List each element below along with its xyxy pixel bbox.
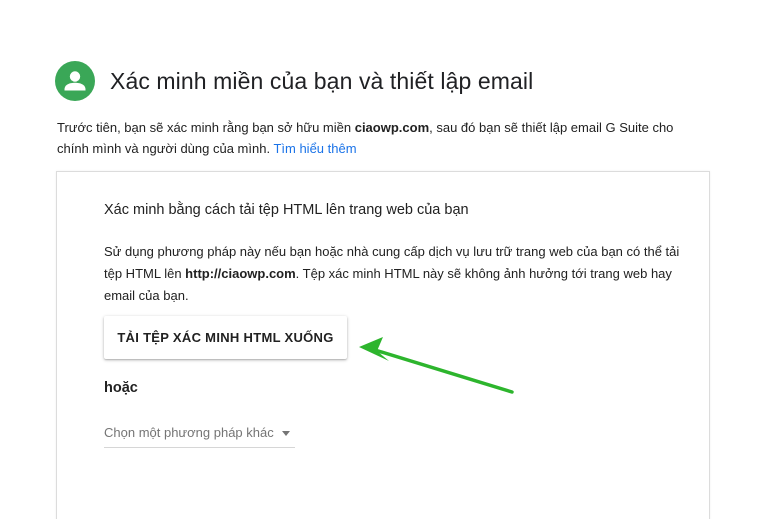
- card-description: Sử dụng phương pháp này nếu bạn hoặc nhà…: [104, 241, 694, 307]
- download-html-file-button[interactable]: TẢI TỆP XÁC MINH HTML XUỐNG: [104, 316, 347, 359]
- page-header: Xác minh miền của bạn và thiết lập email: [55, 61, 533, 101]
- person-icon: [55, 61, 95, 101]
- method-select-dropdown[interactable]: Chọn một phương pháp khác: [104, 425, 295, 448]
- card-title: Xác minh bằng cách tải tệp HTML lên tran…: [104, 202, 469, 218]
- method-select-value: Chọn một phương pháp khác: [104, 425, 274, 440]
- verification-page: Xác minh miền của bạn và thiết lập email…: [0, 0, 757, 519]
- verification-card: Xác minh bằng cách tải tệp HTML lên tran…: [56, 171, 710, 519]
- intro-domain: ciaowp.com: [354, 120, 430, 135]
- intro-paragraph: Trước tiên, bạn sẽ xác minh rằng bạn sở …: [57, 117, 707, 159]
- caret-down-icon: [281, 431, 290, 436]
- desc-url: http://ciaowp.com: [185, 266, 296, 281]
- or-label: hoặc: [104, 380, 138, 396]
- intro-text-before: Trước tiên, bạn sẽ xác minh rằng bạn sở …: [57, 120, 355, 135]
- learn-more-link[interactable]: Tìm hiểu thêm: [273, 141, 356, 156]
- page-title: Xác minh miền của bạn và thiết lập email: [110, 67, 534, 94]
